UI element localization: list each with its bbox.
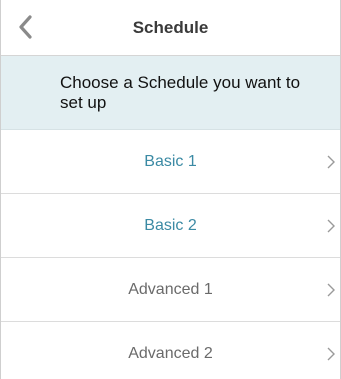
- chevron-right-icon: [327, 347, 335, 361]
- schedule-item-advanced-2[interactable]: Advanced 2: [1, 322, 340, 379]
- header-bar: Schedule: [1, 0, 340, 56]
- schedule-item-label: Advanced 2: [128, 345, 213, 362]
- schedule-item-advanced-1[interactable]: Advanced 1: [1, 258, 340, 322]
- schedule-item-basic-2[interactable]: Basic 2: [1, 194, 340, 258]
- schedule-item-label: Advanced 1: [128, 281, 213, 298]
- schedule-prompt: Choose a Schedule you want to set up: [1, 56, 340, 130]
- page-title: Schedule: [132, 18, 209, 37]
- schedule-list: Basic 1 Basic 2 Advanced 1 Advanced 2: [1, 130, 340, 379]
- chevron-right-icon: [327, 219, 335, 233]
- schedule-item-basic-1[interactable]: Basic 1: [1, 130, 340, 194]
- chevron-right-icon: [327, 155, 335, 169]
- schedule-item-label: Basic 2: [144, 217, 197, 234]
- schedule-item-label: Basic 1: [144, 153, 197, 170]
- schedule-screen: Schedule Choose a Schedule you want to s…: [0, 0, 341, 379]
- chevron-right-icon: [327, 283, 335, 297]
